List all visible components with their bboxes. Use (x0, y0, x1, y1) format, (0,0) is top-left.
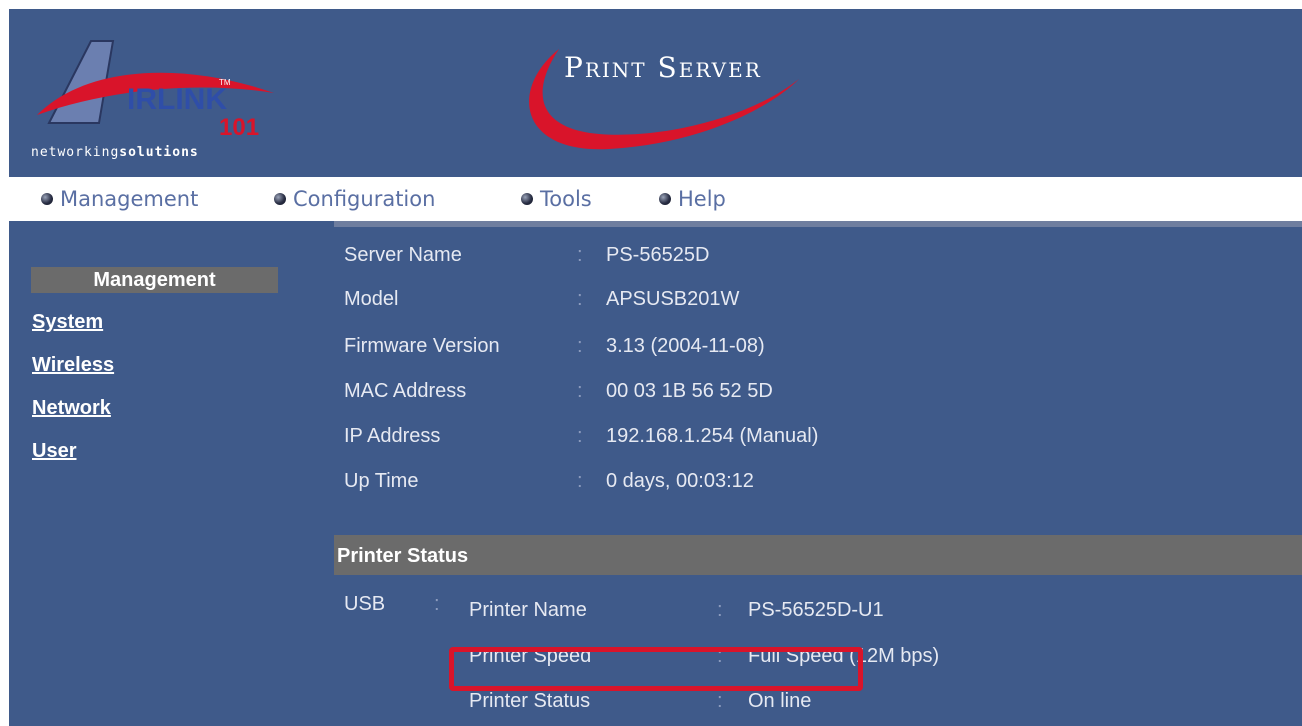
printer-value: On line (748, 690, 812, 712)
info-label: IP Address (344, 425, 441, 447)
svg-text:TM: TM (219, 78, 231, 87)
sidebar-link-wireless[interactable]: Wireless (32, 354, 114, 377)
info-separator: : (577, 380, 583, 402)
info-value: PS-56525D (606, 244, 710, 266)
bullet-icon (659, 193, 671, 205)
bullet-icon (521, 193, 533, 205)
logo-tagline: networkingsolutions (31, 145, 199, 160)
product-title: Print Server (564, 51, 762, 84)
top-nav: Management Configuration Tools Help (9, 177, 1302, 221)
printer-label: Printer Name (469, 599, 587, 621)
info-label: Server Name (344, 244, 462, 266)
info-value: 0 days, 00:03:12 (606, 470, 754, 492)
info-label: Firmware Version (344, 335, 500, 357)
header: IRLINK TM 101 networkingsolutions Print … (9, 9, 1302, 177)
bullet-icon (274, 193, 286, 205)
airlink-logo: IRLINK TM 101 (37, 40, 274, 141)
sidebar-heading: Management (31, 267, 278, 293)
info-separator: : (577, 425, 583, 447)
nav-management-label: Management (60, 187, 199, 211)
info-separator: : (577, 335, 583, 357)
sidebar-link-user[interactable]: User (32, 440, 76, 463)
nav-help[interactable]: Help (659, 186, 726, 212)
info-value: 192.168.1.254 (Manual) (606, 425, 819, 447)
info-separator: : (717, 690, 723, 712)
info-value: 3.13 (2004-11-08) (606, 335, 765, 357)
nav-configuration-label: Configuration (293, 187, 436, 211)
info-value: APSUSB201W (606, 288, 740, 310)
info-separator: : (577, 288, 583, 310)
nav-tools-label: Tools (540, 187, 592, 211)
svg-text:IRLINK: IRLINK (127, 83, 227, 116)
info-separator: : (577, 244, 583, 266)
printer-label: Printer Status (469, 690, 591, 712)
printer-port-label: USB (344, 593, 386, 615)
info-value: 00 03 1B 56 52 5D (606, 380, 773, 402)
printer-status-header (334, 535, 1302, 575)
info-separator: : (717, 599, 723, 621)
nav-help-label: Help (678, 187, 726, 211)
nav-management[interactable]: Management (41, 186, 198, 212)
nav-divider (334, 221, 1302, 227)
info-label: Model (344, 288, 399, 310)
printer-value: PS-56525D-U1 (748, 599, 884, 621)
nav-tools[interactable]: Tools (521, 186, 592, 212)
printer-status-highlight (449, 647, 863, 691)
page-frame: IRLINK TM 101 networkingsolutions Print … (9, 9, 1302, 726)
info-separator: : (434, 593, 440, 615)
printer-status-title: Printer Status (337, 545, 469, 567)
info-label: Up Time (344, 470, 419, 492)
info-separator: : (577, 470, 583, 492)
nav-configuration[interactable]: Configuration (274, 186, 435, 212)
svg-text:101: 101 (219, 114, 259, 141)
sidebar-link-system[interactable]: System (32, 311, 103, 334)
info-label: MAC Address (344, 380, 467, 402)
sidebar-link-network[interactable]: Network (32, 397, 111, 420)
title-swoosh-graphic (529, 49, 799, 150)
bullet-icon (41, 193, 53, 205)
